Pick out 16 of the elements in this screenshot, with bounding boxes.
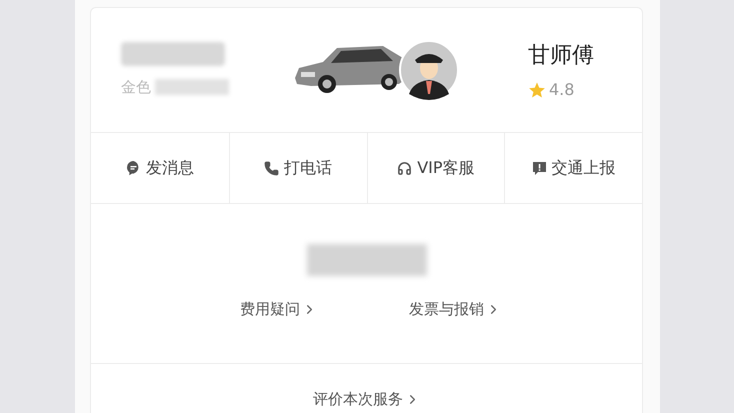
- phone-icon: [264, 160, 280, 176]
- star-icon: [528, 80, 546, 98]
- fare-link[interactable]: 费用疑问: [240, 298, 317, 320]
- fare-link[interactable]: 发票与报销: [409, 298, 501, 320]
- action-button[interactable]: VIP客服: [366, 133, 504, 203]
- action-button[interactable]: 打电话: [228, 133, 366, 203]
- chat-bubble-icon: [126, 160, 141, 176]
- driver-rating: 4.8: [549, 78, 574, 100]
- car-color-text: 金色: [121, 76, 151, 98]
- action-button[interactable]: 交通上报: [504, 133, 642, 203]
- driver-avatar-icon: [399, 40, 459, 100]
- alert-bubble-icon: [532, 160, 547, 176]
- review-link[interactable]: 评价本次服务: [313, 388, 420, 410]
- headset-icon: [397, 160, 412, 176]
- action-button[interactable]: 发消息: [91, 133, 229, 203]
- driver-name: 甘师傅: [528, 42, 594, 70]
